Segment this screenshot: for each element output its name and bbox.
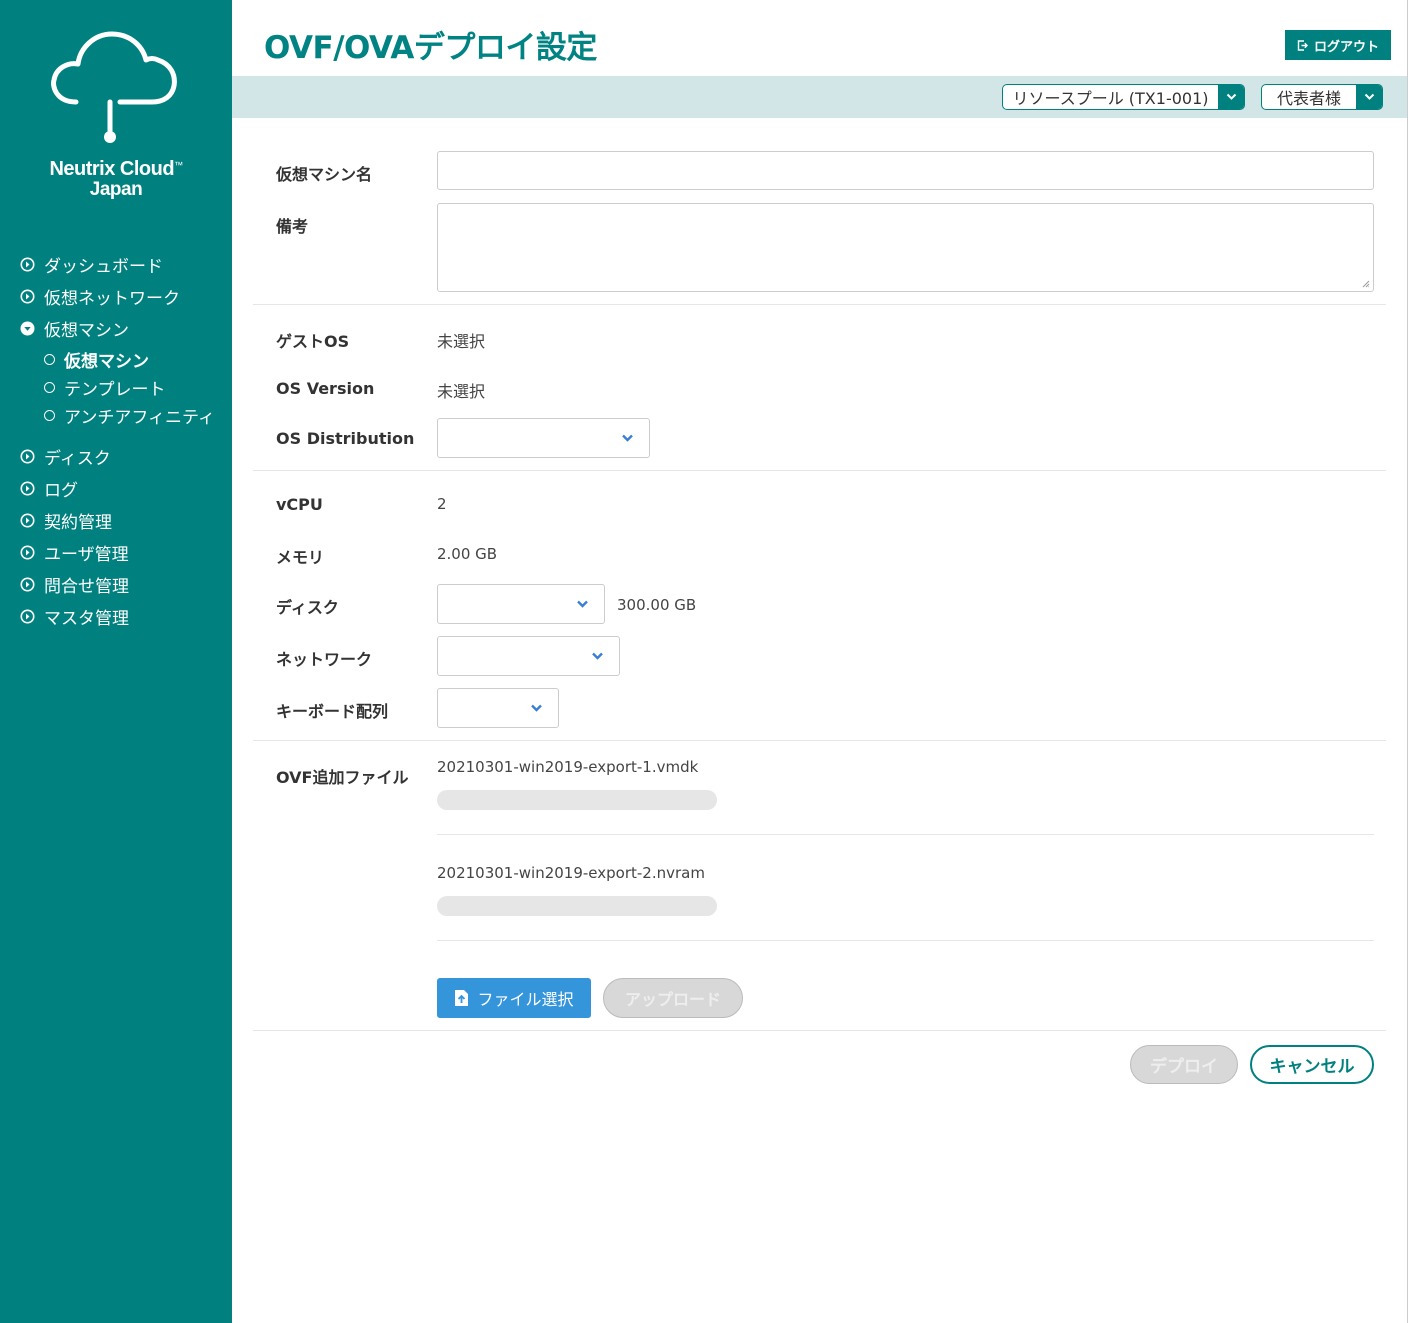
brand-name: Neutrix Cloud™ [49, 158, 183, 180]
os-version-value: 未選択 [437, 382, 486, 401]
file-name: 20210301-win2019-export-2.nvram [437, 864, 705, 882]
circle-arrow-down-icon [20, 321, 35, 335]
sidebar-item-disk[interactable]: ディスク [20, 443, 111, 469]
resize-grip-icon[interactable] [1362, 280, 1370, 288]
upload-progress-bar [437, 896, 717, 916]
circle-arrow-right-icon [20, 609, 35, 623]
sidebar-subitem-label: テンプレート [64, 379, 166, 400]
sidebar-item-label: マスタ管理 [44, 608, 129, 629]
chevron-down-icon [577, 600, 588, 608]
brand-region: Japan [89, 179, 143, 200]
sidebar-subitem-label: 仮想マシン [64, 351, 149, 372]
resource-pool-value: リソースプール (TX1-001) [1012, 89, 1209, 108]
sidebar-item-label: ユーザ管理 [44, 544, 129, 565]
note-textarea[interactable] [437, 203, 1374, 292]
file-name: 20210301-win2019-export-1.vmdk [437, 758, 699, 776]
section-divider [253, 1030, 1386, 1031]
vcpu-label: vCPU [276, 495, 323, 514]
section-divider [253, 470, 1386, 471]
cloud-logo-icon [51, 31, 177, 143]
os-distribution-select[interactable] [437, 418, 650, 458]
logout-label: ログアウト [1313, 38, 1379, 54]
sidebar-item-virtual-machine[interactable]: 仮想マシン [20, 315, 129, 341]
circle-arrow-right-icon [20, 577, 35, 591]
disk-size: 300.00 GB [617, 596, 697, 614]
circle-arrow-right-icon [20, 449, 35, 463]
os-distribution-label: OS Distribution [276, 429, 415, 448]
upload-progress-bar [437, 790, 717, 810]
chevron-down-icon [622, 434, 633, 442]
sidebar-item-dashboard[interactable]: ダッシュボード [20, 251, 163, 277]
sidebar-subitem-label: アンチアフィニティ [64, 407, 215, 428]
circle-arrow-right-icon [20, 481, 35, 495]
circle-arrow-right-icon [20, 289, 35, 303]
deploy-button[interactable]: デプロイ [1130, 1045, 1238, 1084]
section-divider [253, 740, 1386, 741]
sidebar-item-contract[interactable]: 契約管理 [20, 507, 112, 533]
cancel-button[interactable]: キャンセル [1250, 1045, 1374, 1084]
ovf-files-label: OVF追加ファイル [276, 768, 409, 787]
sidebar-item-log[interactable]: ログ [20, 475, 78, 501]
sidebar-item-label: ディスク [44, 448, 111, 469]
sidebar-item-label: 契約管理 [44, 512, 112, 533]
chevron-down-icon [1218, 85, 1244, 109]
sidebar-item-label: ログ [44, 480, 78, 501]
chevron-down-icon [592, 652, 603, 660]
vm-name-label: 仮想マシン名 [276, 165, 373, 184]
vm-name-input[interactable] [437, 151, 1374, 190]
ring-bullet-icon [44, 381, 55, 393]
ring-bullet-icon [44, 409, 55, 421]
sidebar-item-users[interactable]: ユーザ管理 [20, 539, 129, 565]
chevron-down-icon [531, 704, 542, 712]
file-upload-icon [455, 990, 469, 1006]
resource-pool-select[interactable]: リソースプール (TX1-001) [1002, 84, 1245, 110]
memory-label: メモリ [276, 548, 325, 567]
logout-icon [1297, 39, 1308, 51]
file-select-label: ファイル選択 [477, 992, 574, 1009]
user-select[interactable]: 代表者様 [1261, 84, 1383, 110]
sidebar-item-label: 仮想マシン [44, 320, 129, 341]
user-name: 代表者様 [1276, 89, 1341, 108]
circle-arrow-right-icon [20, 513, 35, 527]
keyboard-label: キーボード配列 [276, 702, 389, 721]
memory-value: 2.00 GB [437, 545, 498, 563]
sidebar-subitem-anti-affinity[interactable]: アンチアフィニティ [44, 403, 215, 428]
vcpu-value: 2 [437, 495, 447, 513]
note-label: 備考 [276, 217, 309, 236]
sidebar-item-inquiries[interactable]: 問合せ管理 [20, 571, 129, 597]
sidebar-item-label: 問合せ管理 [44, 576, 129, 597]
guest-os-value: 未選択 [437, 332, 486, 351]
circle-arrow-right-icon [20, 545, 35, 559]
disk-select[interactable] [437, 584, 605, 624]
sidebar-item-master[interactable]: マスタ管理 [20, 603, 129, 629]
file-divider [437, 834, 1374, 835]
sidebar-subitem-template[interactable]: テンプレート [44, 375, 166, 400]
section-divider [253, 304, 1386, 305]
file-divider [437, 940, 1374, 941]
sidebar: Neutrix Cloud™ Japan ダッシュボード 仮想ネットワーク 仮想… [0, 0, 232, 1323]
upload-button[interactable]: アップロード [603, 978, 743, 1018]
disk-label: ディスク [276, 598, 339, 617]
circle-arrow-right-icon [20, 257, 35, 271]
ring-bullet-icon [44, 353, 55, 365]
sidebar-item-virtual-network[interactable]: 仮想ネットワーク [20, 283, 180, 309]
sidebar-subitem-virtual-machine[interactable]: 仮想マシン [44, 347, 149, 372]
keyboard-select[interactable] [437, 688, 559, 728]
file-select-button[interactable]: ファイル選択 [437, 978, 591, 1018]
guest-os-label: ゲストOS [276, 332, 350, 351]
network-select[interactable] [437, 636, 620, 676]
sidebar-item-label: ダッシュボード [44, 256, 163, 277]
chevron-down-icon [1356, 85, 1382, 109]
sidebar-item-label: 仮想ネットワーク [44, 288, 180, 309]
page-title: OVF/OVAデプロイ設定 [264, 30, 597, 66]
network-label: ネットワーク [276, 650, 373, 669]
os-version-label: OS Version [276, 379, 375, 398]
logout-button[interactable]: ログアウト [1285, 30, 1391, 60]
